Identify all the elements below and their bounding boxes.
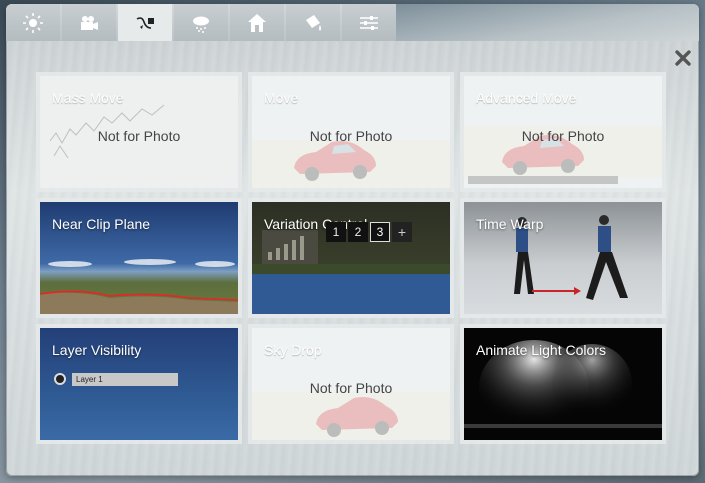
effect-title: Move	[264, 90, 299, 106]
variation-option-selected[interactable]: 3	[370, 222, 390, 242]
house-icon	[248, 13, 266, 32]
paint-bucket-icon	[306, 14, 321, 31]
effect-title: Sky Drop	[264, 342, 322, 358]
not-for-photo-label: Not for Photo	[97, 128, 181, 144]
tab-objects[interactable]	[118, 4, 172, 41]
effect-tile-animate-light-colors[interactable]: Animate Light Colors	[464, 328, 662, 440]
object-move-icon	[136, 16, 154, 29]
effect-title: Mass Move	[52, 90, 124, 106]
layer-visibility-toggle[interactable]	[54, 373, 66, 385]
tab-camera[interactable]	[62, 4, 116, 41]
tab-environment[interactable]	[230, 4, 284, 41]
effect-tile-time-warp[interactable]: Time Warp	[464, 202, 662, 314]
variation-option[interactable]: 1	[326, 222, 346, 242]
effect-title: Near Clip Plane	[52, 216, 151, 232]
sliders-icon	[360, 15, 378, 30]
variation-option[interactable]: 2	[348, 222, 368, 242]
add-variation-button[interactable]: +	[392, 222, 412, 242]
effect-tile-move[interactable]: Move Not for Photo	[252, 76, 450, 188]
effect-tile-near-clip-plane[interactable]: Near Clip Plane	[40, 202, 238, 314]
weather-cloud-icon	[193, 16, 209, 33]
not-for-photo-label: Not for Photo	[309, 128, 393, 144]
not-for-photo-label: Not for Photo	[521, 128, 605, 144]
tab-settings[interactable]	[342, 4, 396, 41]
header-backdrop	[394, 4, 699, 41]
video-camera-icon	[81, 15, 98, 30]
category-tabs	[6, 4, 398, 41]
tab-materials[interactable]	[286, 4, 340, 41]
walking-person-2	[586, 215, 628, 300]
effect-tile-layer-visibility[interactable]: Layer Visibility Layer 1	[40, 328, 238, 440]
not-for-photo-label: Not for Photo	[309, 380, 393, 396]
effect-tile-variation-control[interactable]: Variation Control 1 2 3 +	[252, 202, 450, 314]
tab-sun[interactable]	[6, 4, 60, 41]
close-icon	[675, 50, 691, 66]
effect-title: Layer Visibility	[52, 342, 142, 358]
effect-title: Time Warp	[476, 216, 544, 232]
effect-tile-advanced-move[interactable]: Advanced Move Not for Photo	[464, 76, 662, 188]
layer-name-field[interactable]: Layer 1	[72, 373, 178, 386]
effects-dialog: Mass Move Not for Photo Move Not for Pho…	[6, 4, 699, 476]
sun-icon	[23, 12, 43, 33]
effect-title: Advanced Move	[476, 90, 577, 106]
variation-selector: 1 2 3 +	[326, 222, 412, 242]
effect-tile-mass-move[interactable]: Mass Move Not for Photo	[40, 76, 238, 188]
tab-weather[interactable]	[174, 4, 228, 41]
effect-tile-sky-drop[interactable]: Sky Drop Not for Photo	[252, 328, 450, 440]
close-button[interactable]	[674, 49, 692, 67]
effect-title: Animate Light Colors	[476, 342, 606, 358]
